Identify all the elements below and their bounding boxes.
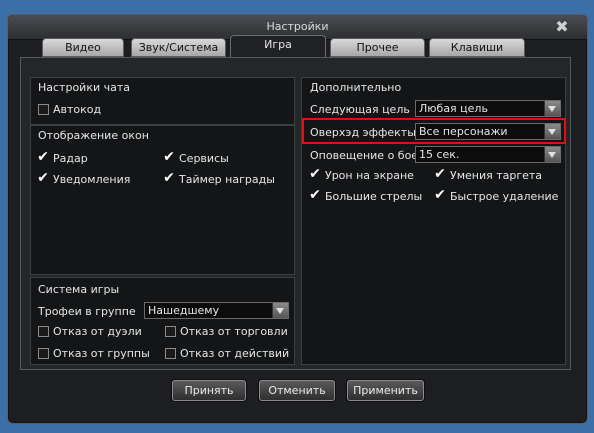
refuse-actions-label: Отказ от действий [180, 347, 290, 360]
tab-sound-system[interactable]: Звук/Система [131, 38, 226, 57]
tab-other[interactable]: Прочее [330, 38, 425, 57]
target-skills-label: Умения таргета [450, 169, 543, 182]
game-system-header: Система игры [38, 283, 120, 296]
services-label: Сервисы [179, 152, 229, 165]
battle-alert-label: Оповещение о бое [310, 149, 419, 162]
services-checkbox[interactable]: ✔ [162, 150, 176, 164]
screen-damage-checkbox[interactable]: ✔ [308, 167, 322, 181]
refuse-party-checkbox[interactable] [38, 348, 49, 359]
battle-alert-dropdown[interactable]: 15 сек. [415, 146, 561, 163]
refuse-trade-label: Отказ от торговли [180, 325, 288, 338]
trophies-dropdown[interactable]: Нашедшему [144, 302, 289, 319]
reward-timer-checkbox[interactable]: ✔ [162, 171, 176, 185]
windows-display-header: Отображение окон [38, 129, 149, 142]
chevron-down-icon[interactable] [272, 303, 288, 318]
refuse-duel-label: Отказ от дуэли [53, 325, 142, 338]
refuse-actions-checkbox[interactable] [165, 348, 176, 359]
big-arrows-label: Большие стрелы [325, 190, 423, 203]
reward-timer-label: Таймер награды [179, 173, 275, 186]
windows-display-panel [30, 125, 295, 275]
big-arrows-checkbox[interactable]: ✔ [308, 188, 322, 202]
trophies-label: Трофеи в группе [38, 305, 136, 318]
refuse-duel-checkbox[interactable] [38, 326, 49, 337]
autocode-label: Автокод [53, 103, 102, 116]
apply-button[interactable]: Применить [347, 380, 424, 401]
highlight-box [302, 118, 566, 144]
next-target-value: Любая цель [419, 102, 488, 115]
chevron-down-icon[interactable] [544, 101, 560, 116]
target-skills-checkbox[interactable]: ✔ [433, 167, 447, 181]
additional-header: Дополнительно [310, 81, 402, 94]
next-target-label: Следующая цель [310, 103, 410, 116]
chat-settings-header: Настройки чата [38, 81, 131, 94]
next-target-dropdown[interactable]: Любая цель [415, 100, 561, 117]
quick-delete-label: Быстрое удаление [450, 190, 559, 203]
close-icon[interactable]: ✖ [553, 18, 571, 36]
notifications-label: Уведомления [53, 173, 131, 186]
notifications-checkbox[interactable]: ✔ [36, 171, 50, 185]
window-title: Настройки [266, 20, 329, 33]
accept-button[interactable]: Принять [172, 380, 246, 401]
tab-hotkeys[interactable]: Клавиши [429, 38, 525, 57]
radar-checkbox[interactable]: ✔ [36, 150, 50, 164]
autocode-checkbox[interactable] [38, 104, 49, 115]
battle-alert-value: 15 сек. [419, 148, 460, 161]
refuse-party-label: Отказ от группы [53, 347, 150, 360]
screen-damage-label: Урон на экране [325, 169, 414, 182]
chevron-down-icon[interactable] [544, 147, 560, 162]
tab-video[interactable]: Видео [42, 38, 124, 57]
radar-label: Радар [53, 152, 88, 165]
refuse-trade-checkbox[interactable] [165, 326, 176, 337]
tab-game[interactable]: Игра [230, 35, 326, 58]
trophies-value: Нашедшему [148, 304, 220, 317]
cancel-button[interactable]: Отменить [259, 380, 335, 401]
quick-delete-checkbox[interactable]: ✔ [433, 188, 447, 202]
